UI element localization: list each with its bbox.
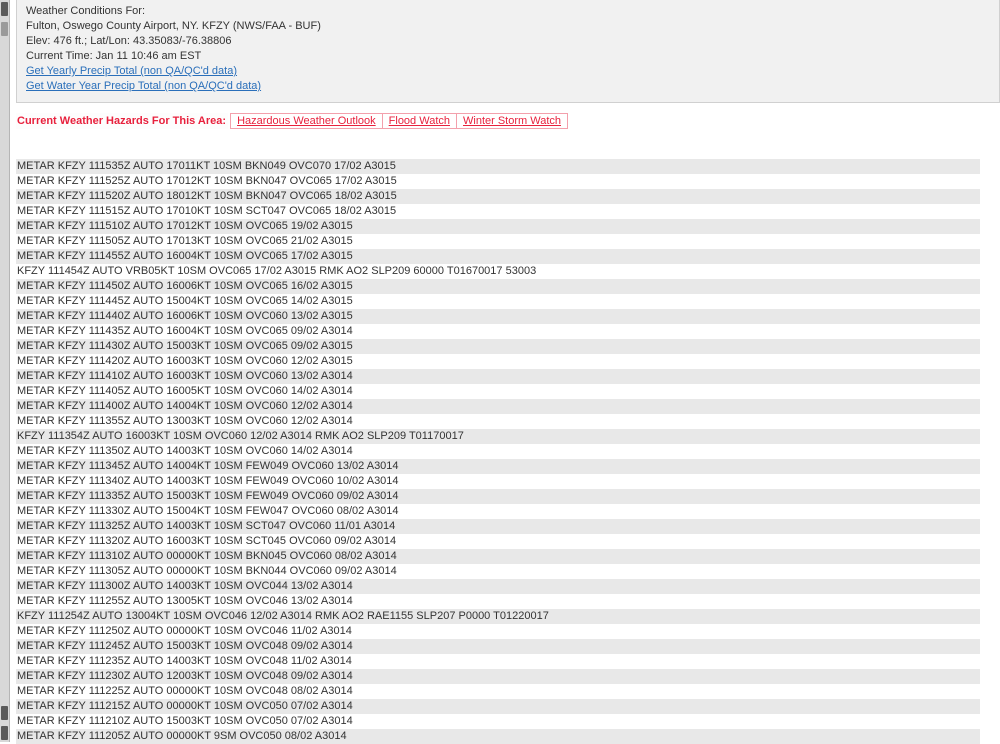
observation-row: METAR KFZY 111445Z AUTO 15004KT 10SM OVC… bbox=[16, 294, 980, 309]
observation-row: METAR KFZY 111435Z AUTO 16004KT 10SM OVC… bbox=[16, 324, 980, 339]
flood-watch-link[interactable]: Flood Watch bbox=[381, 113, 457, 129]
observation-row: METAR KFZY 111320Z AUTO 16003KT 10SM SCT… bbox=[16, 534, 980, 549]
observation-row: METAR KFZY 111410Z AUTO 16003KT 10SM OVC… bbox=[16, 369, 980, 384]
page-button-icon[interactable] bbox=[1, 726, 8, 740]
observation-row: METAR KFZY 111310Z AUTO 00000KT 10SM BKN… bbox=[16, 549, 980, 564]
observation-row: METAR KFZY 111335Z AUTO 15003KT 10SM FEW… bbox=[16, 489, 980, 504]
yearly-precip-link[interactable]: Get Yearly Precip Total (non QA/QC'd dat… bbox=[26, 65, 237, 77]
observation-row: METAR KFZY 111230Z AUTO 12003KT 10SM OVC… bbox=[16, 669, 980, 684]
observation-row: KFZY 111254Z AUTO 13004KT 10SM OVC046 12… bbox=[16, 609, 980, 624]
hazardous-weather-outlook-link[interactable]: Hazardous Weather Outlook bbox=[230, 113, 383, 129]
observation-row: METAR KFZY 111430Z AUTO 15003KT 10SM OVC… bbox=[16, 339, 980, 354]
observation-row: KFZY 111454Z AUTO VRB05KT 10SM OVC065 17… bbox=[16, 264, 980, 279]
observation-row: METAR KFZY 111255Z AUTO 13005KT 10SM OVC… bbox=[16, 594, 980, 609]
left-scroll-strip[interactable] bbox=[0, 0, 10, 742]
observation-row: METAR KFZY 111250Z AUTO 00000KT 10SM OVC… bbox=[16, 624, 980, 639]
observation-row: METAR KFZY 111325Z AUTO 14003KT 10SM SCT… bbox=[16, 519, 980, 534]
observation-row: METAR KFZY 111330Z AUTO 15004KT 10SM FEW… bbox=[16, 504, 980, 519]
observation-row: METAR KFZY 111225Z AUTO 00000KT 10SM OVC… bbox=[16, 684, 980, 699]
observation-row: KFZY 111354Z AUTO 16003KT 10SM OVC060 12… bbox=[16, 429, 980, 444]
observation-row: METAR KFZY 111455Z AUTO 16004KT 10SM OVC… bbox=[16, 249, 980, 264]
observation-row: METAR KFZY 111210Z AUTO 15003KT 10SM OVC… bbox=[16, 714, 980, 729]
observation-row: METAR KFZY 111350Z AUTO 14003KT 10SM OVC… bbox=[16, 444, 980, 459]
observation-row: METAR KFZY 111340Z AUTO 14003KT 10SM FEW… bbox=[16, 474, 980, 489]
observation-row: METAR KFZY 111535Z AUTO 17011KT 10SM BKN… bbox=[16, 159, 980, 174]
observation-row: METAR KFZY 111505Z AUTO 17013KT 10SM OVC… bbox=[16, 234, 980, 249]
page-button-icon[interactable] bbox=[1, 706, 8, 720]
observation-row: METAR KFZY 111520Z AUTO 18012KT 10SM BKN… bbox=[16, 189, 980, 204]
conditions-title: Weather Conditions For: bbox=[26, 5, 146, 17]
winter-storm-watch-link[interactable]: Winter Storm Watch bbox=[456, 113, 568, 129]
hazards-label: Current Weather Hazards For This Area: bbox=[16, 113, 229, 129]
current-time: Current Time: Jan 11 10:46 am EST bbox=[26, 50, 202, 62]
station-info-panel: Weather Conditions For: Fulton, Oswego C… bbox=[16, 0, 1000, 103]
observation-row: METAR KFZY 111420Z AUTO 16003KT 10SM OVC… bbox=[16, 354, 980, 369]
observation-row: METAR KFZY 111345Z AUTO 14004KT 10SM FEW… bbox=[16, 459, 980, 474]
water-year-precip-link[interactable]: Get Water Year Precip Total (non QA/QC'd… bbox=[26, 80, 261, 92]
observations-list: METAR KFZY 111535Z AUTO 17011KT 10SM BKN… bbox=[16, 159, 980, 744]
weather-hazards-bar: Current Weather Hazards For This Area: H… bbox=[16, 113, 568, 129]
observation-row: METAR KFZY 111525Z AUTO 17012KT 10SM BKN… bbox=[16, 174, 980, 189]
observation-row: METAR KFZY 111245Z AUTO 15003KT 10SM OVC… bbox=[16, 639, 980, 654]
scroll-handle-icon[interactable] bbox=[1, 22, 8, 36]
station-name: Fulton, Oswego County Airport, NY. KFZY … bbox=[26, 20, 321, 32]
collapse-arrow-icon[interactable] bbox=[1, 2, 8, 16]
observation-row: METAR KFZY 111515Z AUTO 17010KT 10SM SCT… bbox=[16, 204, 980, 219]
observation-row: METAR KFZY 111440Z AUTO 16006KT 10SM OVC… bbox=[16, 309, 980, 324]
station-elevation: Elev: 476 ft.; Lat/Lon: 43.35083/-76.388… bbox=[26, 35, 232, 47]
observation-row: METAR KFZY 111215Z AUTO 00000KT 10SM OVC… bbox=[16, 699, 980, 714]
observation-row: METAR KFZY 111300Z AUTO 14003KT 10SM OVC… bbox=[16, 579, 980, 594]
observation-row: METAR KFZY 111510Z AUTO 17012KT 10SM OVC… bbox=[16, 219, 980, 234]
observation-row: METAR KFZY 111235Z AUTO 14003KT 10SM OVC… bbox=[16, 654, 980, 669]
observation-row: METAR KFZY 111405Z AUTO 16005KT 10SM OVC… bbox=[16, 384, 980, 399]
observation-row: METAR KFZY 111450Z AUTO 16006KT 10SM OVC… bbox=[16, 279, 980, 294]
observation-row: METAR KFZY 111400Z AUTO 14004KT 10SM OVC… bbox=[16, 399, 980, 414]
observation-row: METAR KFZY 111355Z AUTO 13003KT 10SM OVC… bbox=[16, 414, 980, 429]
observation-row: METAR KFZY 111305Z AUTO 00000KT 10SM BKN… bbox=[16, 564, 980, 579]
